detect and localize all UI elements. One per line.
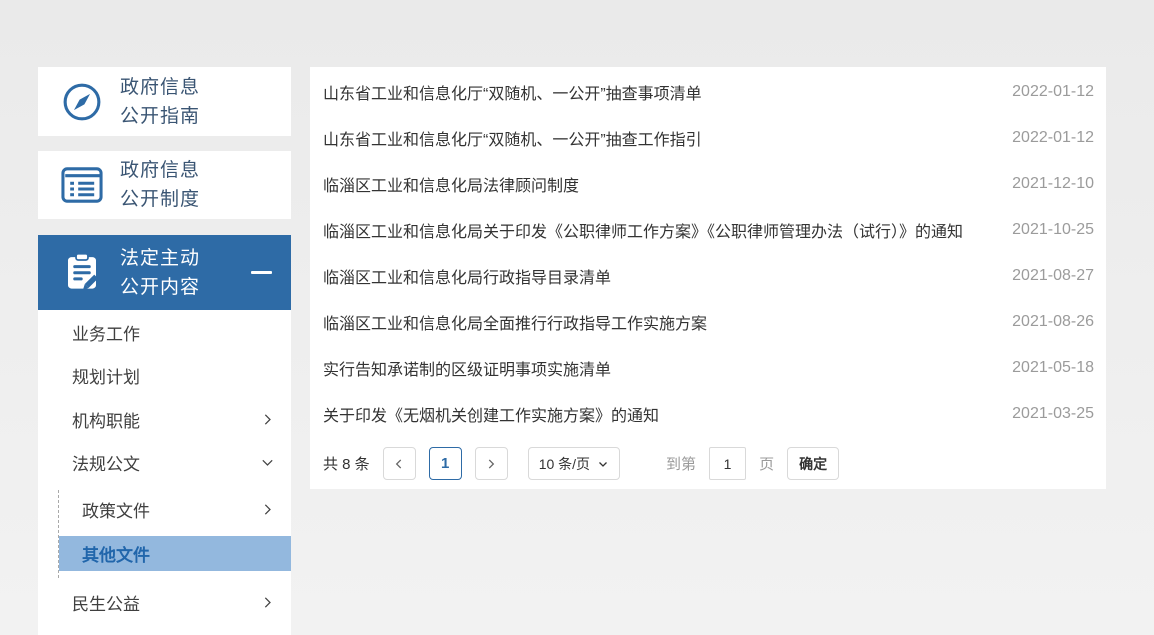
sidebar-item-public-welfare[interactable]: 民生公益	[38, 580, 291, 624]
page-size-value: 10 条/页	[538, 455, 591, 472]
goto-page-prefix: 到第	[666, 456, 697, 473]
compass-icon	[59, 80, 105, 124]
chevron-right-icon	[260, 595, 275, 610]
document-date: 2021-12-10	[1012, 175, 1094, 192]
clipboard-pen-icon	[59, 250, 105, 296]
document-link[interactable]: 山东省工业和信息化厅“双随机、一公开”抽查事项清单	[323, 80, 702, 104]
sidebar-item-other-files-active[interactable]: 其他文件	[59, 536, 291, 571]
sidebar-card-statutory-disclosure[interactable]: 法定主动 公开内容	[38, 235, 291, 310]
document-link[interactable]: 实行告知承诺制的区级证明事项实施清单	[323, 356, 611, 380]
page: 政府信息 公开指南 政府信息 公开制度 法定主动 公开内容 业务工作 规划计划 …	[0, 0, 1154, 635]
total-count-label: 共 8 条	[323, 456, 370, 473]
list-item: 临淄区工业和信息化局关于印发《公职律师工作方案》《公职律师管理办法（试行）》的通…	[310, 207, 1106, 253]
document-link[interactable]: 关于印发《无烟机关创建工作实施方案》的通知	[323, 402, 659, 426]
sidebar-item-org-functions[interactable]: 机构职能	[38, 397, 291, 441]
document-date: 2021-08-27	[1012, 267, 1094, 284]
chevron-right-icon	[484, 457, 498, 471]
chevron-down-icon	[597, 458, 609, 470]
list-item: 临淄区工业和信息化局全面推行行政指导工作实施方案 2021-08-26	[310, 299, 1106, 345]
chevron-down-icon	[260, 455, 275, 470]
sidebar-card-label: 政府信息 公开指南	[120, 76, 201, 127]
list-item: 关于印发《无烟机关创建工作实施方案》的通知 2021-03-25	[310, 391, 1106, 437]
document-date: 2022-01-12	[1012, 129, 1094, 146]
sidebar-item-regulations-documents[interactable]: 法规公文	[38, 440, 291, 484]
document-date: 2022-01-12	[1012, 83, 1094, 100]
document-link[interactable]: 临淄区工业和信息化局关于印发《公职律师工作方案》《公职律师管理办法（试行）》的通…	[323, 218, 963, 242]
document-link[interactable]: 临淄区工业和信息化局法律顾问制度	[323, 172, 579, 196]
document-date: 2021-05-18	[1012, 359, 1094, 376]
document-link[interactable]: 临淄区工业和信息化局行政指导目录清单	[323, 264, 611, 288]
document-link[interactable]: 临淄区工业和信息化局全面推行行政指导工作实施方案	[323, 310, 707, 334]
list-item: 山东省工业和信息化厅“双随机、一公开”抽查事项清单 2022-01-12	[310, 69, 1106, 115]
ledger-icon	[59, 165, 105, 205]
sidebar-card-label: 政府信息 公开制度	[120, 160, 201, 210]
goto-page-suffix: 页	[759, 456, 775, 473]
sidebar-submenu: 业务工作 规划计划 机构职能 法规公文 政策文件 其他文件 民生公益	[38, 310, 291, 635]
sidebar-card-gov-info-guide[interactable]: 政府信息 公开指南	[38, 67, 291, 136]
confirm-button[interactable]: 确定	[787, 447, 840, 480]
list-item: 实行告知承诺制的区级证明事项实施清单 2021-05-18	[310, 345, 1106, 391]
sidebar-item-business-work[interactable]: 业务工作	[38, 310, 291, 354]
document-date: 2021-03-25	[1012, 405, 1094, 422]
next-page-button[interactable]	[474, 447, 508, 480]
list-item: 临淄区工业和信息化局行政指导目录清单 2021-08-27	[310, 253, 1106, 299]
page-number-button[interactable]: 1	[428, 447, 462, 480]
document-date: 2021-10-25	[1012, 221, 1094, 238]
sidebar-card-gov-info-system[interactable]: 政府信息 公开制度	[38, 151, 291, 219]
prev-page-button[interactable]	[382, 447, 416, 480]
chevron-right-icon	[260, 502, 275, 517]
sidebar-item-planning[interactable]: 规划计划	[38, 353, 291, 397]
document-link[interactable]: 山东省工业和信息化厅“双随机、一公开”抽查工作指引	[323, 126, 702, 150]
document-list-panel: 山东省工业和信息化厅“双随机、一公开”抽查事项清单 2022-01-12 山东省…	[310, 67, 1106, 489]
chevron-right-icon	[260, 412, 275, 427]
pagination-bar: 共 8 条 1 10 条/页 到第 页 确定	[323, 447, 840, 480]
minus-icon[interactable]	[251, 270, 272, 274]
goto-page-input[interactable]	[709, 447, 747, 480]
document-date: 2021-08-26	[1012, 313, 1094, 330]
chevron-left-icon	[392, 457, 406, 471]
sidebar-item-policy-files[interactable]: 政策文件	[38, 487, 291, 531]
list-item: 山东省工业和信息化厅“双随机、一公开”抽查工作指引 2022-01-12	[310, 115, 1106, 161]
sidebar-card-label: 法定主动 公开内容	[120, 247, 201, 298]
document-list: 山东省工业和信息化厅“双随机、一公开”抽查事项清单 2022-01-12 山东省…	[310, 67, 1106, 437]
page-size-select[interactable]: 10 条/页	[527, 447, 621, 480]
list-item: 临淄区工业和信息化局法律顾问制度 2021-12-10	[310, 161, 1106, 207]
